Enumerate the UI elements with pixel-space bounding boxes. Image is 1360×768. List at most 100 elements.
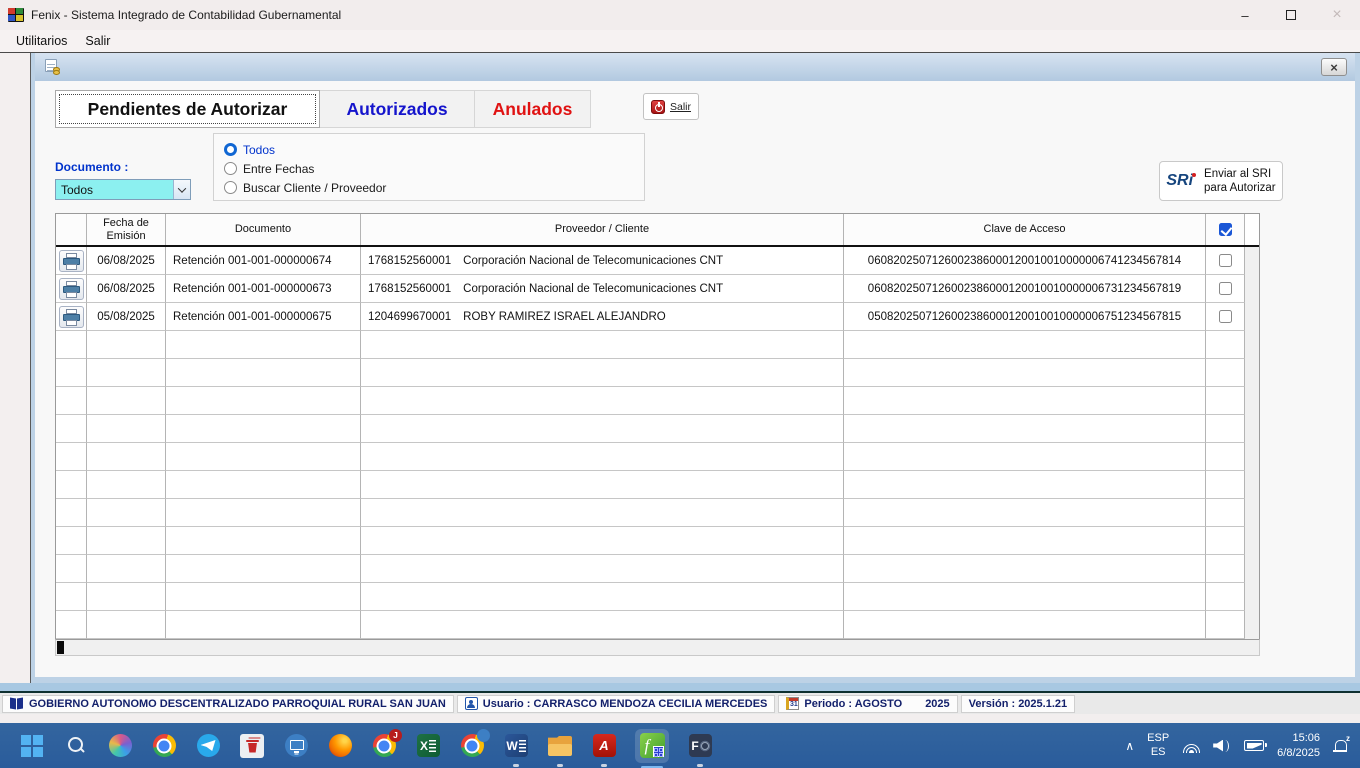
- windows-logo-icon: [21, 735, 43, 757]
- tray-chevron-up-icon[interactable]: ∧: [1125, 739, 1134, 753]
- status-periodo: 31 Periodo : AGOSTO 2025: [778, 695, 957, 713]
- menu-bar: Utilitarios Salir: [0, 30, 1360, 53]
- cell-spacer: [1245, 415, 1259, 443]
- taskbar-firefox[interactable]: [327, 733, 353, 759]
- cell-documento: [166, 387, 361, 415]
- cell-documento: Retención 001-001-000000675: [166, 303, 361, 331]
- cell-fecha: [87, 359, 166, 387]
- cell-fecha: [87, 471, 166, 499]
- table-header-row: Fecha de Emisión Documento Proveedor / C…: [56, 214, 1259, 247]
- cell-clave: [844, 499, 1206, 527]
- menu-item-salir[interactable]: Salir: [76, 32, 119, 50]
- status-periodo-anio: 2025: [925, 698, 949, 710]
- calendar-icon: 31: [786, 697, 799, 710]
- search-badge: [477, 729, 490, 742]
- taskbar-chrome-profile[interactable]: J: [371, 733, 397, 759]
- printer-icon[interactable]: [59, 250, 84, 272]
- taskbar-excel[interactable]: X: [415, 733, 441, 759]
- tab-autorizados[interactable]: Autorizados: [320, 90, 475, 128]
- cell-fecha: 06/08/2025: [87, 275, 166, 303]
- cell-fecha: [87, 499, 166, 527]
- cell-fecha: [87, 443, 166, 471]
- chevron-down-icon[interactable]: [173, 180, 190, 199]
- fenix-app-icon: [8, 8, 24, 22]
- taskbar-telegram[interactable]: [195, 733, 221, 759]
- cell-checkbox: [1206, 527, 1245, 555]
- cell-clave: [844, 471, 1206, 499]
- table-row[interactable]: 05/08/2025Retención 001-001-000000675120…: [56, 303, 1259, 331]
- documento-dropdown[interactable]: Todos: [55, 179, 191, 200]
- table-row[interactable]: 06/08/2025Retención 001-001-000000674176…: [56, 247, 1259, 275]
- close-icon[interactable]: ×: [1314, 0, 1360, 30]
- taskbar-file-explorer[interactable]: [547, 733, 573, 759]
- fenix-icon: f: [640, 733, 665, 758]
- telegram-icon: [197, 734, 220, 757]
- row-checkbox[interactable]: [1219, 254, 1232, 267]
- clock-datetime[interactable]: 15:066/8/2025: [1277, 731, 1320, 760]
- cell-spacer: [1245, 331, 1259, 359]
- cell-documento: [166, 331, 361, 359]
- battery-icon[interactable]: [1244, 740, 1264, 751]
- cell-fecha: [87, 527, 166, 555]
- system-tray: ∧ ESPES 15:066/8/2025 z: [1125, 723, 1360, 768]
- wifi-icon[interactable]: [1182, 739, 1200, 753]
- radio-entre-fechas[interactable]: Entre Fechas: [224, 159, 644, 178]
- taskbar-chrome-search[interactable]: [459, 733, 485, 759]
- mdi-area: × Pendientes de Autorizar Autorizados An…: [0, 53, 1360, 683]
- radio-todos[interactable]: Todos: [224, 140, 644, 159]
- taskbar-search[interactable]: [63, 733, 89, 759]
- taskbar-remote-desktop[interactable]: [283, 733, 309, 759]
- maximize-icon[interactable]: [1268, 0, 1314, 30]
- taskbar-fenix-active[interactable]: f: [635, 729, 669, 763]
- header-checkbox-cell: [1206, 214, 1245, 245]
- cell-fecha: [87, 555, 166, 583]
- row-checkbox[interactable]: [1219, 310, 1232, 323]
- cell-documento: Retención 001-001-000000674: [166, 247, 361, 275]
- table-row[interactable]: 06/08/2025Retención 001-001-000000673176…: [56, 275, 1259, 303]
- cell-clave: [844, 415, 1206, 443]
- cell-print: [56, 527, 87, 555]
- sri-button-line2: para Autorizar: [1204, 182, 1276, 194]
- taskbar-word[interactable]: W: [503, 733, 529, 759]
- scrollbar-thumb[interactable]: [57, 641, 64, 654]
- table-row-empty: [56, 387, 1259, 415]
- horizontal-scrollbar[interactable]: [55, 639, 1260, 656]
- cell-checkbox: [1206, 247, 1245, 275]
- proveedor-nombre: Corporación Nacional de Telecomunicacion…: [463, 255, 723, 267]
- taskbar-fenix-admin[interactable]: F: [687, 733, 713, 759]
- language-indicator[interactable]: ESPES: [1147, 732, 1169, 760]
- cell-documento: [166, 499, 361, 527]
- enviar-al-sri-button[interactable]: SRi Enviar al SRIpara Autorizar: [1159, 161, 1283, 201]
- cell-print: [56, 303, 87, 331]
- volume-icon[interactable]: [1213, 739, 1231, 753]
- cell-proveedor: 1768152560001Corporación Nacional de Tel…: [361, 247, 844, 275]
- select-all-checkbox[interactable]: [1219, 223, 1232, 236]
- row-checkbox[interactable]: [1219, 282, 1232, 295]
- radio-buscar-cliente-proveedor[interactable]: Buscar Cliente / Proveedor: [224, 178, 644, 197]
- window-edge-strip: [0, 714, 1360, 723]
- taskbar-recycle-bin[interactable]: [239, 733, 265, 759]
- start-button[interactable]: [19, 733, 45, 759]
- minimize-icon[interactable]: –: [1222, 0, 1268, 30]
- cell-fecha: [87, 331, 166, 359]
- cell-proveedor: [361, 611, 844, 639]
- cell-clave: 0508202507126002386000120010010000006751…: [844, 303, 1206, 331]
- salir-button[interactable]: Salir: [643, 93, 699, 120]
- menu-item-utilitarios[interactable]: Utilitarios: [7, 32, 76, 50]
- printer-icon[interactable]: [59, 306, 84, 328]
- taskbar-copilot[interactable]: [107, 733, 133, 759]
- tab-pendientes-de-autorizar[interactable]: Pendientes de Autorizar: [55, 90, 320, 128]
- power-icon: [651, 100, 665, 114]
- printer-icon[interactable]: [59, 278, 84, 300]
- cell-clave: [844, 583, 1206, 611]
- notification-bell-icon[interactable]: z: [1333, 738, 1348, 753]
- taskbar-acrobat[interactable]: A: [591, 733, 617, 759]
- table-row-empty: [56, 443, 1259, 471]
- cell-clave: 0608202507126002386000120010010000006741…: [844, 247, 1206, 275]
- tab-anulados[interactable]: Anulados: [475, 90, 591, 128]
- grid-body: 06/08/2025Retención 001-001-000000674176…: [56, 247, 1259, 639]
- child-close-icon[interactable]: ×: [1321, 58, 1347, 76]
- taskbar-chrome[interactable]: [151, 733, 177, 759]
- header-proveedor-cliente: Proveedor / Cliente: [361, 214, 844, 245]
- cell-proveedor: [361, 359, 844, 387]
